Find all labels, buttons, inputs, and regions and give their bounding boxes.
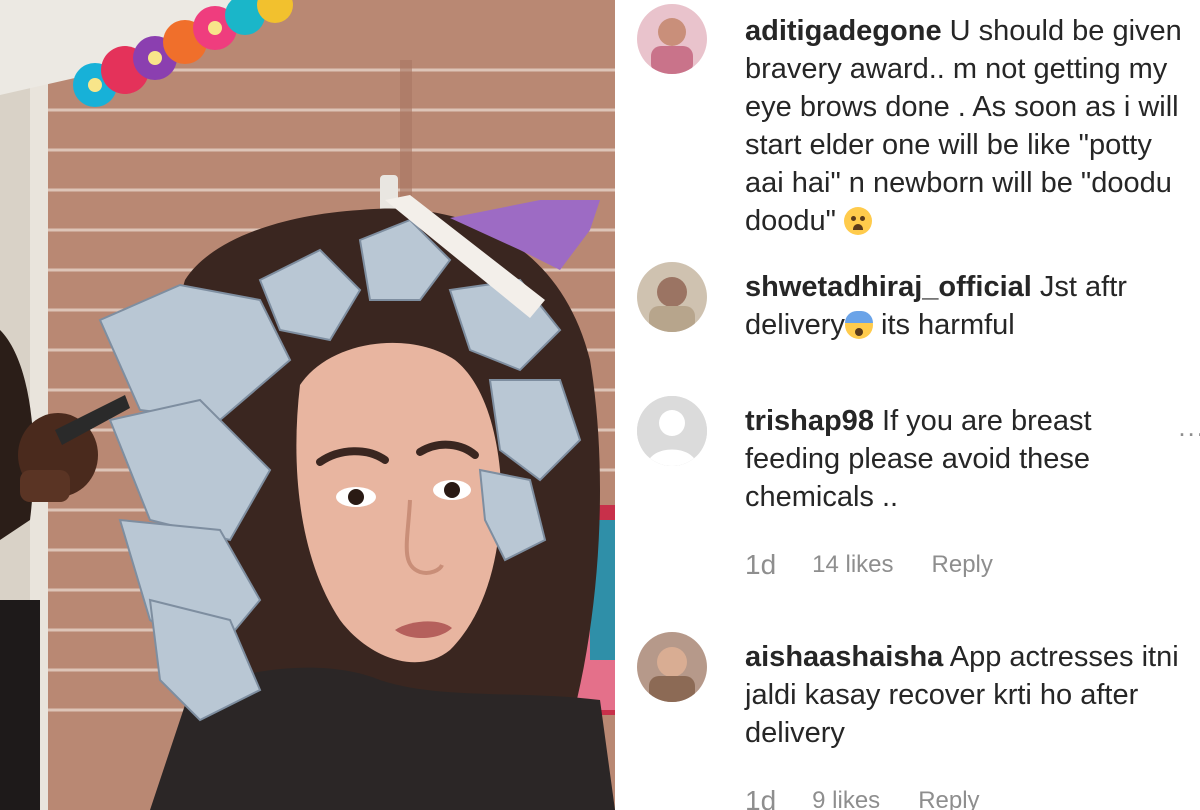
comment-text: trishap98 If you are breast feeding plea… [745,402,1190,516]
more-options-icon[interactable]: ... [1178,412,1200,443]
comment-text: aditigadegone U should be given bravery … [745,12,1190,240]
comment-time: 1d [745,785,777,810]
reply-button[interactable]: Reply [932,551,993,579]
fearful-face-emoji-icon [844,311,873,339]
comment-body-after: its harmful [872,309,1015,341]
avatar[interactable] [637,262,707,332]
comment-body: U should be given bravery award.. m not … [745,15,1182,237]
comment-likes[interactable]: 9 likes [812,787,880,810]
comments-panel: aditigadegone U should be given bravery … [615,0,1200,810]
comment-username[interactable]: aditigadegone [745,15,942,47]
avatar[interactable] [637,396,707,466]
comment-meta: 1d 9 likes Reply [745,784,980,810]
comment-time: 1d [745,549,777,580]
reply-button[interactable]: Reply [918,787,979,810]
comment-username[interactable]: shwetadhiraj_official [745,271,1032,303]
comment-text: shwetadhiraj_official Jst aftr delivery … [745,268,1190,344]
comment-text: aishaashaisha App actresses itni jaldi k… [745,638,1190,752]
avatar[interactable] [637,4,707,74]
crying-face-emoji-icon [844,207,872,235]
comment-username[interactable]: trishap98 [745,405,874,437]
post-photo [0,0,615,810]
comment-username[interactable]: aishaashaisha [745,641,943,673]
post-photo-illustration [0,0,615,810]
comment-meta: 1d 14 likes Reply [745,548,993,582]
comment-likes[interactable]: 14 likes [812,551,893,579]
default-avatar-icon [637,396,707,466]
avatar[interactable] [637,632,707,702]
